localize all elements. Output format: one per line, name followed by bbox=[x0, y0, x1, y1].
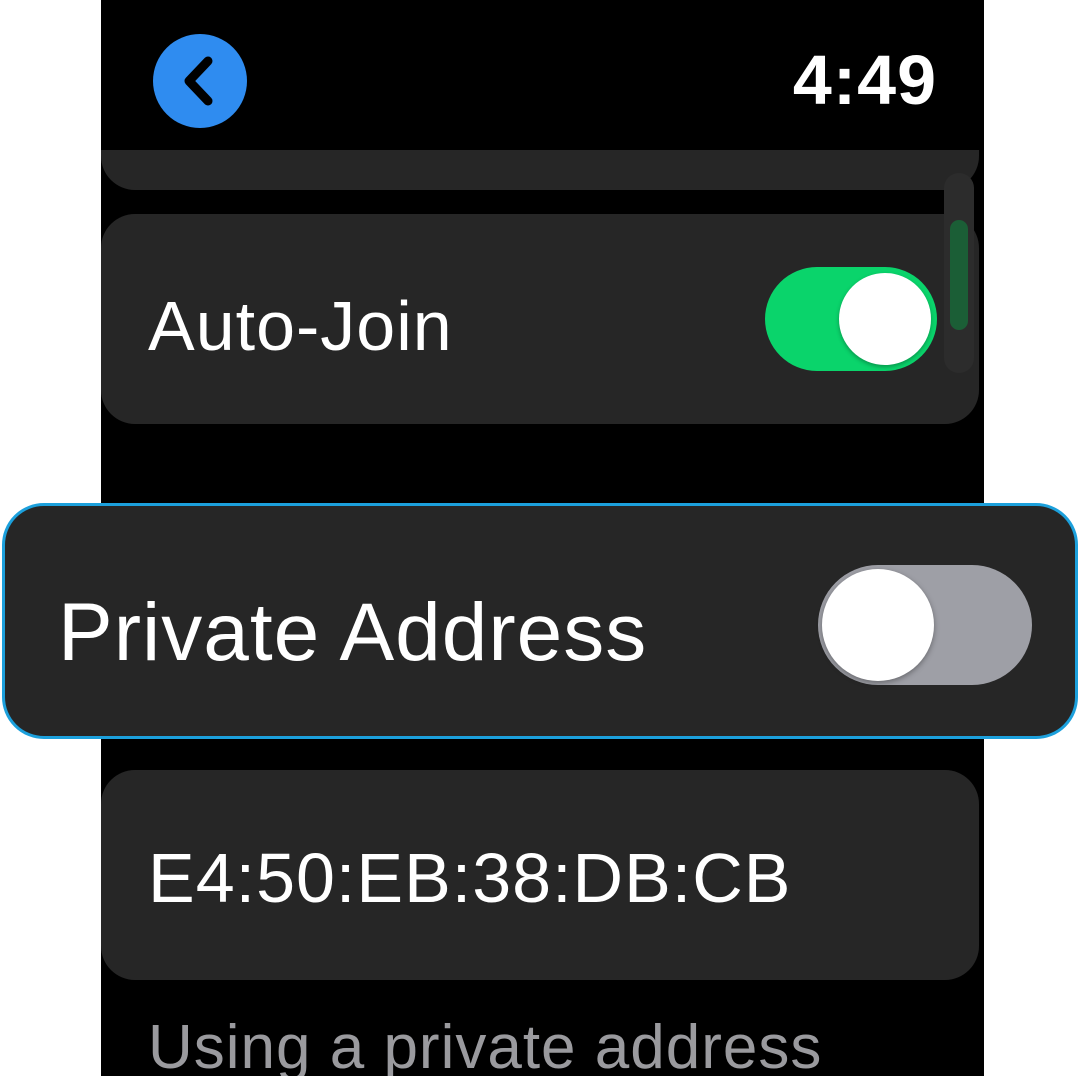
mac-address-value: E4:50:EB:38:DB:CB bbox=[148, 839, 792, 917]
previous-cell bbox=[101, 150, 979, 190]
status-time: 4:49 bbox=[792, 41, 937, 119]
auto-join-row[interactable]: Auto-Join bbox=[101, 214, 979, 424]
toggle-knob bbox=[839, 273, 931, 365]
auto-join-label: Auto-Join bbox=[148, 287, 453, 365]
mac-address-row: E4:50:EB:38:DB:CB bbox=[101, 770, 979, 980]
chevron-left-icon bbox=[184, 56, 213, 106]
private-address-label: Private Address bbox=[58, 587, 648, 678]
private-address-row[interactable]: Private Address bbox=[2, 503, 1078, 739]
auto-join-toggle[interactable] bbox=[765, 267, 937, 371]
toggle-knob bbox=[822, 569, 934, 681]
private-address-footnote: Using a private address bbox=[148, 1013, 823, 1076]
back-button[interactable] bbox=[153, 34, 247, 128]
scroll-indicator-thumb bbox=[950, 220, 968, 330]
private-address-toggle[interactable] bbox=[818, 565, 1032, 685]
